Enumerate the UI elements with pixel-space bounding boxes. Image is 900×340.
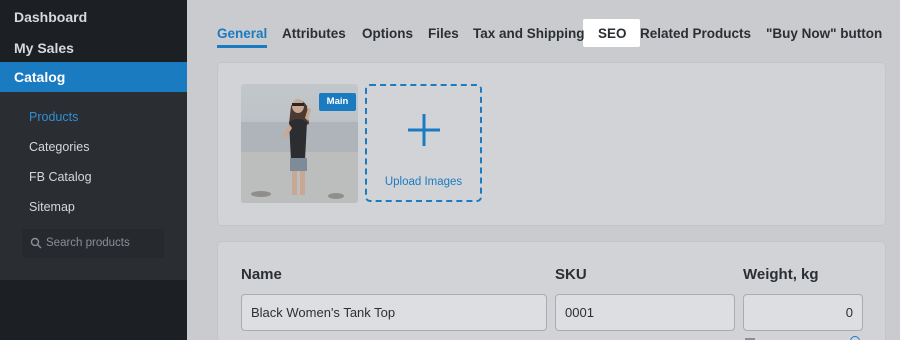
sidebar-subitem-sitemap[interactable]: Sitemap [29,200,75,214]
tab-tax-and-shipping[interactable]: Tax and Shipping [473,26,585,41]
sidebar-subitem-fb-catalog[interactable]: FB Catalog [29,170,92,184]
sku-field[interactable]: 0001 [555,294,735,331]
search-placeholder: Search products [46,237,130,249]
sidebar: Dashboard My Sales Catalog Products Cate… [0,0,187,340]
tab-attributes[interactable]: Attributes [282,26,346,41]
active-tab-underline [217,45,267,48]
sidebar-subitem-products[interactable]: Products [29,110,78,124]
tab-related-products[interactable]: Related Products [640,26,751,41]
tab-files[interactable]: Files [428,26,459,41]
upload-images-label: Upload Images [384,176,463,188]
weight-field[interactable]: 0 [743,294,863,331]
plus-icon [408,114,440,146]
main-image-badge: Main [319,93,356,111]
search-products-input[interactable]: Search products [22,229,164,258]
sidebar-item-catalog[interactable]: Catalog [0,62,187,92]
upload-images-button[interactable]: Upload Images [365,84,482,202]
tab-options[interactable]: Options [362,26,413,41]
tab-seo[interactable]: SEO [598,26,627,41]
sidebar-item-catalog-label: Catalog [14,69,66,85]
name-field[interactable]: Black Women's Tank Top [241,294,547,331]
search-icon [30,237,42,249]
sku-label: SKU [555,266,587,283]
sidebar-item-my-sales[interactable]: My Sales [14,40,74,56]
sidebar-subitem-categories[interactable]: Categories [29,140,89,154]
sidebar-footer [0,280,187,340]
name-label: Name [241,266,282,283]
info-icon[interactable] [850,336,860,340]
sidebar-item-dashboard[interactable]: Dashboard [14,9,87,25]
tab-general[interactable]: General [217,26,267,41]
weight-label: Weight, kg [743,266,819,283]
tab-buy-now-button[interactable]: "Buy Now" button [766,26,882,41]
